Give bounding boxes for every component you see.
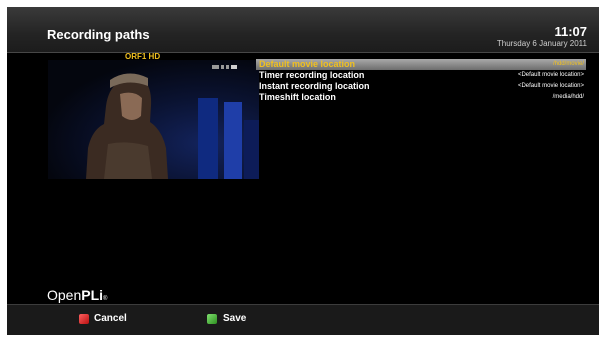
setting-timer-recording-location[interactable]: Timer recording location <Default movie … xyxy=(256,70,586,81)
red-key-icon[interactable] xyxy=(79,314,89,324)
video-preview xyxy=(48,60,259,179)
setting-label: Timer recording location xyxy=(259,70,365,80)
logo-part: Open xyxy=(47,287,82,303)
cancel-button[interactable]: Cancel xyxy=(94,313,127,324)
setting-label: Timeshift location xyxy=(259,92,336,102)
logo-part: PLi xyxy=(81,287,104,303)
setting-timeshift-location[interactable]: Timeshift location /media/hdd/ xyxy=(256,92,586,103)
setting-value: <Default movie location> xyxy=(517,83,584,89)
header-bar: Recording paths 11:07 Thursday 6 January… xyxy=(7,7,599,53)
setting-default-movie-location[interactable]: Default movie location /hdd/movie/ xyxy=(256,59,586,70)
setting-instant-recording-location[interactable]: Instant recording location <Default movi… xyxy=(256,81,586,92)
setting-value: /hdd/movie/ xyxy=(552,61,584,67)
logo-trademark: ® xyxy=(103,296,108,302)
settings-list: Default movie location /hdd/movie/ Timer… xyxy=(256,59,586,103)
tv-screen: Recording paths 11:07 Thursday 6 January… xyxy=(7,7,599,335)
page-title: Recording paths xyxy=(47,27,150,42)
openpli-logo: OpenPLi® xyxy=(47,287,107,303)
setting-label: Default movie location xyxy=(259,59,356,69)
clock-time: 11:07 xyxy=(554,24,587,39)
save-button[interactable]: Save xyxy=(223,313,246,324)
footer-bar: Cancel Save xyxy=(7,304,599,335)
green-key-icon[interactable] xyxy=(207,314,217,324)
setting-value: /media/hdd/ xyxy=(552,94,584,100)
setting-label: Instant recording location xyxy=(259,81,370,91)
clock-date: Thursday 6 January 2011 xyxy=(496,39,587,48)
person-silhouette-icon xyxy=(86,73,168,179)
setting-value: <Default movie location> xyxy=(517,72,584,78)
signal-indicator xyxy=(212,64,237,70)
